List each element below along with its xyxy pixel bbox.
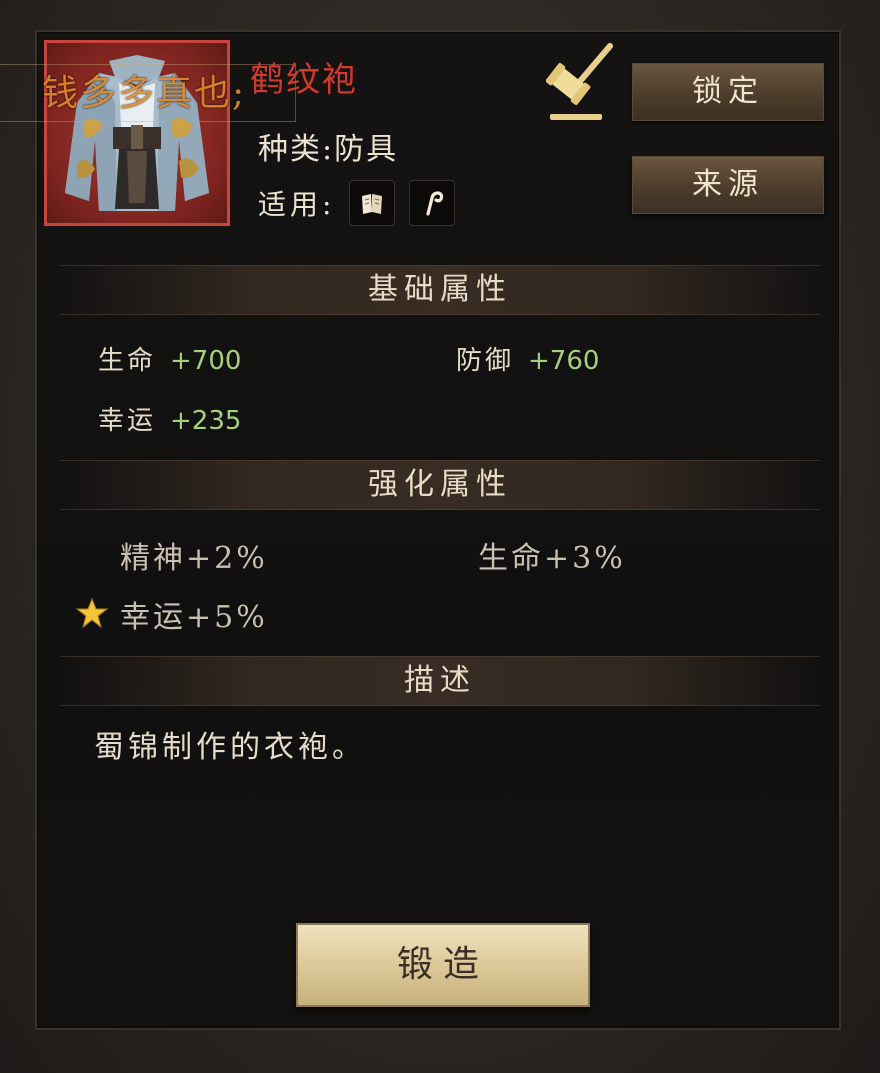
source-button[interactable]: 来源 — [632, 156, 824, 214]
item-name: 鹤纹袍 — [250, 60, 358, 100]
stat-name: 防御 — [456, 346, 515, 376]
item-type-label: 种类: — [258, 132, 335, 167]
scroll-icon — [362, 194, 383, 214]
enhanced-stat: 精神+2% — [120, 541, 268, 576]
usage-scroll[interactable] — [349, 180, 396, 226]
stat-name: 幸运 — [98, 406, 157, 436]
enhanced-stat: 生命+3% — [478, 541, 626, 576]
usage-staff[interactable] — [409, 180, 456, 226]
equipment-detail-screen: 钱多多真也; 鹤纹袍 种类:防具 适用: 锁定 来源 基础属性 生命 +700 … — [0, 0, 880, 1073]
lock-button[interactable]: 锁定 — [632, 63, 824, 121]
stat-name: 生命 — [98, 346, 157, 376]
item-type-value: 防具 — [334, 132, 399, 167]
stat-value: +760 — [528, 346, 600, 376]
item-usage-label: 适用: — [258, 188, 336, 221]
base-stat-defense: 防御 +760 — [456, 340, 599, 377]
enhanced-attributes-header: 强化属性 — [60, 460, 820, 510]
description-text: 蜀锦制作的衣袍。 — [94, 730, 366, 765]
star-icon — [76, 597, 108, 629]
hammer-icon[interactable] — [546, 40, 618, 124]
stat-value: +235 — [170, 406, 242, 436]
stat-value: +700 — [170, 346, 242, 376]
item-type: 种类:防具 — [258, 124, 398, 168]
base-stat-luck: 幸运 +235 — [98, 400, 241, 437]
base-stat-hp: 生命 +700 — [98, 340, 241, 377]
description-header: 描述 — [60, 656, 820, 706]
item-usage: 适用: — [258, 180, 456, 226]
forge-button[interactable]: 锻造 — [296, 923, 590, 1007]
base-attributes-header: 基础属性 — [60, 265, 820, 315]
enhanced-stat-starred: 幸运+5% — [120, 600, 268, 635]
staff-icon — [426, 191, 444, 216]
